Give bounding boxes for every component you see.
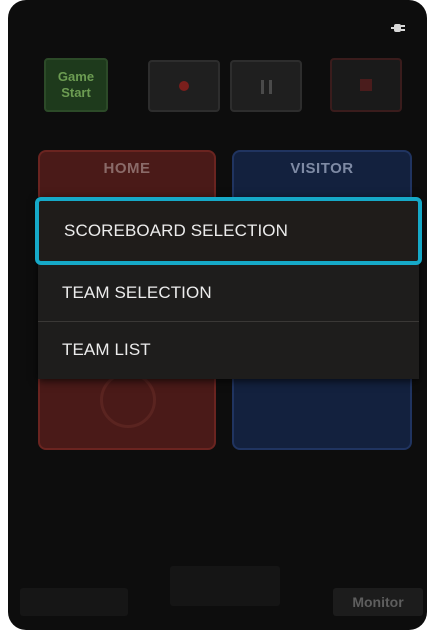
monitor-button[interactable]: Monitor <box>333 588 423 616</box>
bottom-center-button[interactable] <box>170 566 280 606</box>
record-icon <box>179 81 189 91</box>
stop-button[interactable] <box>330 58 402 112</box>
context-menu: TEAM SELECTION TEAM LIST SCOREBOARD SELE… <box>35 197 422 379</box>
game-start-button[interactable]: Game Start <box>44 58 108 112</box>
home-team-label: HOME <box>103 160 151 177</box>
menu-item-label: TEAM SELECTION <box>62 283 212 302</box>
menu-item-team-list[interactable]: TEAM LIST <box>38 321 419 379</box>
menu-item-scoreboard-selection[interactable]: SCOREBOARD SELECTION <box>35 197 422 265</box>
plug-icon <box>391 22 405 34</box>
home-score-icon <box>100 372 156 428</box>
monitor-label: Monitor <box>352 594 404 610</box>
menu-item-team-selection[interactable]: TEAM SELECTION <box>38 265 419 321</box>
app-screen: Game Start HOME VISITOR Monitor TEAM SEL… <box>8 0 427 630</box>
record-button[interactable] <box>148 60 220 112</box>
stop-icon <box>360 79 372 91</box>
menu-item-label: TEAM LIST <box>62 340 151 359</box>
pause-button[interactable] <box>230 60 302 112</box>
game-start-label: Game Start <box>57 69 95 100</box>
visitor-team-label: VISITOR <box>290 160 354 177</box>
menu-item-label: SCOREBOARD SELECTION <box>64 221 288 240</box>
bottom-left-button[interactable] <box>20 588 128 616</box>
